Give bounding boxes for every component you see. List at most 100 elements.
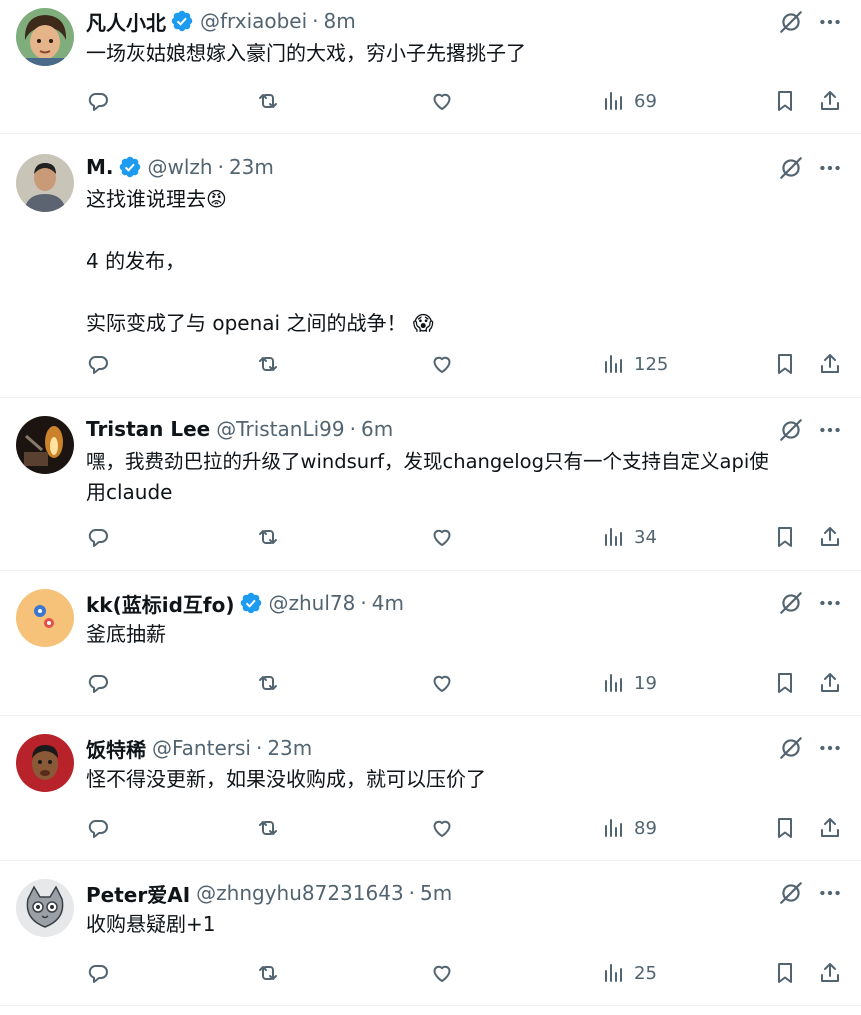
- author-handle[interactable]: @Fantersi: [152, 736, 251, 760]
- views-button[interactable]: 125: [602, 350, 668, 378]
- author-name[interactable]: Peter爱AI: [86, 879, 190, 908]
- bookmark-button[interactable]: [773, 669, 797, 697]
- author-name[interactable]: kk(蓝标id互fo): [86, 589, 235, 618]
- avatar[interactable]: [16, 589, 74, 647]
- timestamp[interactable]: 6m: [361, 417, 393, 441]
- tweet-text: 嘿，我费劲巴拉的升级了windsurf，发现changelog只有一个支持自定义…: [86, 446, 839, 508]
- author-name[interactable]: 饭特稀: [86, 734, 146, 763]
- tweet-text: 一场灰姑娘想嫁入豪门的大戏，穷小子先撂挑子了: [86, 38, 839, 69]
- timeline-feed: 凡人小北 @frxiaobei · 8m 一场灰姑娘想嫁入豪门的大戏，穷小子先撂…: [0, 0, 861, 1015]
- more-options-icon[interactable]: [817, 590, 843, 616]
- timestamp[interactable]: 8m: [324, 9, 356, 33]
- retweet-button[interactable]: [256, 669, 280, 697]
- share-button[interactable]: [818, 814, 842, 842]
- verified-badge-icon[interactable]: [170, 9, 194, 33]
- verified-badge-icon[interactable]: [118, 155, 142, 179]
- avatar[interactable]: [16, 154, 74, 212]
- share-button[interactable]: [818, 959, 842, 987]
- timestamp[interactable]: 4m: [372, 591, 404, 615]
- like-button[interactable]: [430, 87, 454, 115]
- timestamp[interactable]: 5m: [420, 881, 452, 905]
- reply-button[interactable]: [86, 350, 110, 378]
- avatar[interactable]: [16, 8, 74, 66]
- views-button[interactable]: 25: [602, 959, 657, 987]
- retweet-button[interactable]: [256, 959, 280, 987]
- reply-button[interactable]: [86, 959, 110, 987]
- avatar[interactable]: [16, 734, 74, 792]
- author-handle[interactable]: @frxiaobei: [200, 9, 307, 33]
- more-options-icon[interactable]: [817, 417, 843, 443]
- author-handle[interactable]: @wlzh: [148, 155, 213, 179]
- reply-button[interactable]: [86, 814, 110, 842]
- like-button[interactable]: [430, 669, 454, 697]
- like-button[interactable]: [430, 959, 454, 987]
- author-handle[interactable]: @zhngyhu87231643: [196, 881, 404, 905]
- author-name[interactable]: 凡人小北: [86, 7, 166, 36]
- tweet[interactable]: Tristan Lee @TristanLi99 · 6m 嘿，我费劲巴拉的升级…: [0, 398, 861, 571]
- share-button[interactable]: [818, 87, 842, 115]
- views-icon: [605, 92, 622, 110]
- grok-icon[interactable]: [778, 9, 804, 35]
- retweet-button[interactable]: [256, 814, 280, 842]
- retweet-button[interactable]: [256, 523, 280, 551]
- author-name[interactable]: M.: [86, 155, 114, 179]
- more-options-icon[interactable]: [817, 155, 843, 181]
- separator-dot: ·: [255, 736, 263, 760]
- views-icon: [605, 819, 622, 837]
- views-button[interactable]: 34: [602, 523, 657, 551]
- tweet[interactable]: 凡人小北 @frxiaobei · 8m 一场灰姑娘想嫁入豪门的大戏，穷小子先撂…: [0, 0, 861, 134]
- tweet[interactable]: M. @wlzh · 23m 这找谁说理去😡 4 的发布， 实际变成了与 ope…: [0, 136, 861, 398]
- timestamp[interactable]: 23m: [229, 155, 274, 179]
- views-icon: [605, 674, 622, 692]
- timestamp[interactable]: 23m: [267, 736, 312, 760]
- action-bar: 89: [86, 814, 843, 844]
- bookmark-button[interactable]: [773, 523, 797, 551]
- more-options-icon[interactable]: [817, 9, 843, 35]
- bookmark-button[interactable]: [773, 814, 797, 842]
- bookmark-icon: [778, 963, 792, 983]
- bookmark-button[interactable]: [773, 87, 797, 115]
- tweet-text-line: 釜底抽薪: [86, 622, 166, 646]
- grok-icon[interactable]: [778, 155, 804, 181]
- bookmark-icon: [778, 91, 792, 111]
- retweet-button[interactable]: [256, 87, 280, 115]
- avatar-image: [16, 589, 74, 647]
- views-button[interactable]: 89: [602, 814, 657, 842]
- more-options-icon[interactable]: [817, 880, 843, 906]
- author-name[interactable]: Tristan Lee: [86, 417, 210, 441]
- grok-icon[interactable]: [778, 735, 804, 761]
- tweet-text: 釜底抽薪: [86, 619, 839, 650]
- separator-dot: ·: [217, 155, 224, 179]
- tweet-text-line: 实际变成了与 openai 之间的战争！ 😱: [86, 311, 434, 335]
- like-button[interactable]: [430, 814, 454, 842]
- share-button[interactable]: [818, 350, 842, 378]
- bookmark-button[interactable]: [773, 350, 797, 378]
- reply-button[interactable]: [86, 669, 110, 697]
- grok-icon[interactable]: [778, 590, 804, 616]
- bookmark-button[interactable]: [773, 959, 797, 987]
- like-button[interactable]: [430, 350, 454, 378]
- share-button[interactable]: [818, 669, 842, 697]
- retweet-button[interactable]: [256, 350, 280, 378]
- author-handle[interactable]: @TristanLi99: [216, 417, 344, 441]
- views-button[interactable]: 19: [602, 669, 657, 697]
- avatar[interactable]: [16, 416, 74, 474]
- share-button[interactable]: [818, 523, 842, 551]
- more-options-icon[interactable]: [817, 735, 843, 761]
- verified-badge-icon[interactable]: [239, 591, 263, 615]
- share-icon: [821, 91, 839, 110]
- share-icon: [821, 354, 839, 373]
- reply-button[interactable]: [86, 87, 110, 115]
- reply-icon: [88, 529, 108, 547]
- avatar[interactable]: [16, 879, 74, 937]
- tweet[interactable]: kk(蓝标id互fo) @zhul78 · 4m 釜底抽薪 19: [0, 571, 861, 716]
- tweet[interactable]: Peter爱AI @zhngyhu87231643 · 5m 收购悬疑剧+1 2…: [0, 861, 861, 1006]
- tweet[interactable]: 饭特稀 @Fantersi · 23m 怪不得没更新，如果没收购成，就可以压价了…: [0, 716, 861, 861]
- grok-icon[interactable]: [778, 417, 804, 443]
- reply-button[interactable]: [86, 523, 110, 551]
- views-button[interactable]: 69: [602, 87, 657, 115]
- like-button[interactable]: [430, 523, 454, 551]
- author-handle[interactable]: @zhul78: [269, 591, 356, 615]
- grok-icon[interactable]: [778, 880, 804, 906]
- avatar-image: [16, 879, 74, 937]
